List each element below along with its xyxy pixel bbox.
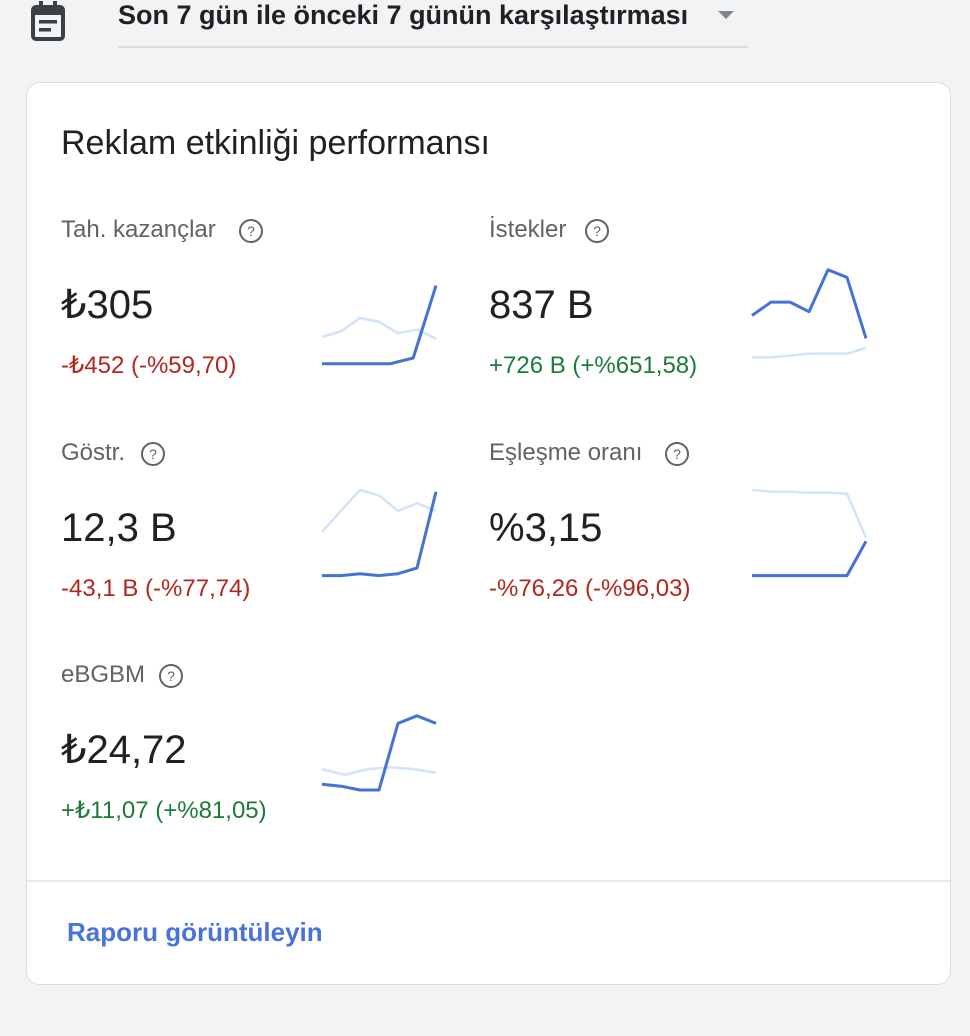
sparkline-previous-period [752, 346, 867, 359]
card-title: Reklam etkinliği performansı [61, 124, 490, 162]
help-icon[interactable]: ? [139, 440, 167, 468]
help-icon[interactable]: ? [237, 217, 265, 245]
metric-delta: -43,1 B (-%77,74) [61, 575, 251, 602]
metric-value: %3,15 [489, 506, 603, 550]
metric-delta: -₺452 (-%59,70) [61, 352, 237, 379]
sparkline-requests [751, 268, 868, 359]
metric-value: ₺305 [61, 283, 154, 327]
sparkline-impressions [321, 489, 438, 578]
svg-text:?: ? [167, 668, 175, 684]
sparkline-match-rate [751, 489, 868, 578]
help-icon[interactable]: ? [583, 217, 611, 245]
metric-value: 12,3 B [61, 506, 177, 550]
metric-label: eBGBM [61, 661, 146, 688]
metric-label: Eşleşme oranı [489, 439, 643, 466]
sparkline-previous-period [321, 489, 437, 533]
svg-text:?: ? [593, 223, 601, 239]
sparkline-ecpm [321, 714, 437, 792]
metric-delta: +₺11,07 (+%81,05) [61, 797, 267, 824]
sparkline-current-period [752, 540, 868, 578]
svg-text:?: ? [673, 446, 681, 462]
sparkline-current-period [751, 268, 868, 339]
metric-value: ₺24,72 [61, 728, 187, 772]
metric-label: İstekler [489, 216, 567, 243]
metric-delta: +726 B (+%651,58) [489, 352, 698, 379]
view-report-link[interactable]: Raporu görüntüleyin [67, 915, 323, 949]
metric-value: 837 B [489, 283, 594, 327]
date-range-select[interactable]: Son 7 gün ile önceki 7 günün karşılaştır… [118, 0, 748, 48]
ad-performance-card: Reklam etkinliği performansı Tah. kazanç… [26, 82, 951, 985]
sparkline-current-period [321, 714, 437, 792]
sparkline-previous-period [751, 489, 868, 538]
sparkline-current-period [322, 285, 438, 366]
card-divider [27, 880, 950, 882]
sparkline-estimated-earnings [321, 285, 438, 366]
metric-label: Göstr. [61, 439, 126, 466]
sparkline-previous-period [321, 765, 437, 777]
calendar-icon [31, 1, 65, 41]
svg-text:?: ? [247, 223, 255, 239]
help-icon[interactable]: ? [663, 440, 691, 468]
help-icon[interactable]: ? [157, 662, 185, 690]
date-range-bar: Son 7 gün ile önceki 7 günün karşılaştır… [28, 0, 748, 48]
dropdown-caret-icon [718, 11, 734, 19]
metric-delta: -%76,26 (-%96,03) [489, 575, 691, 602]
date-range-label: Son 7 gün ile önceki 7 günün karşılaştır… [118, 0, 689, 30]
svg-text:?: ? [149, 446, 157, 462]
metric-label: Tah. kazançlar [61, 216, 216, 243]
